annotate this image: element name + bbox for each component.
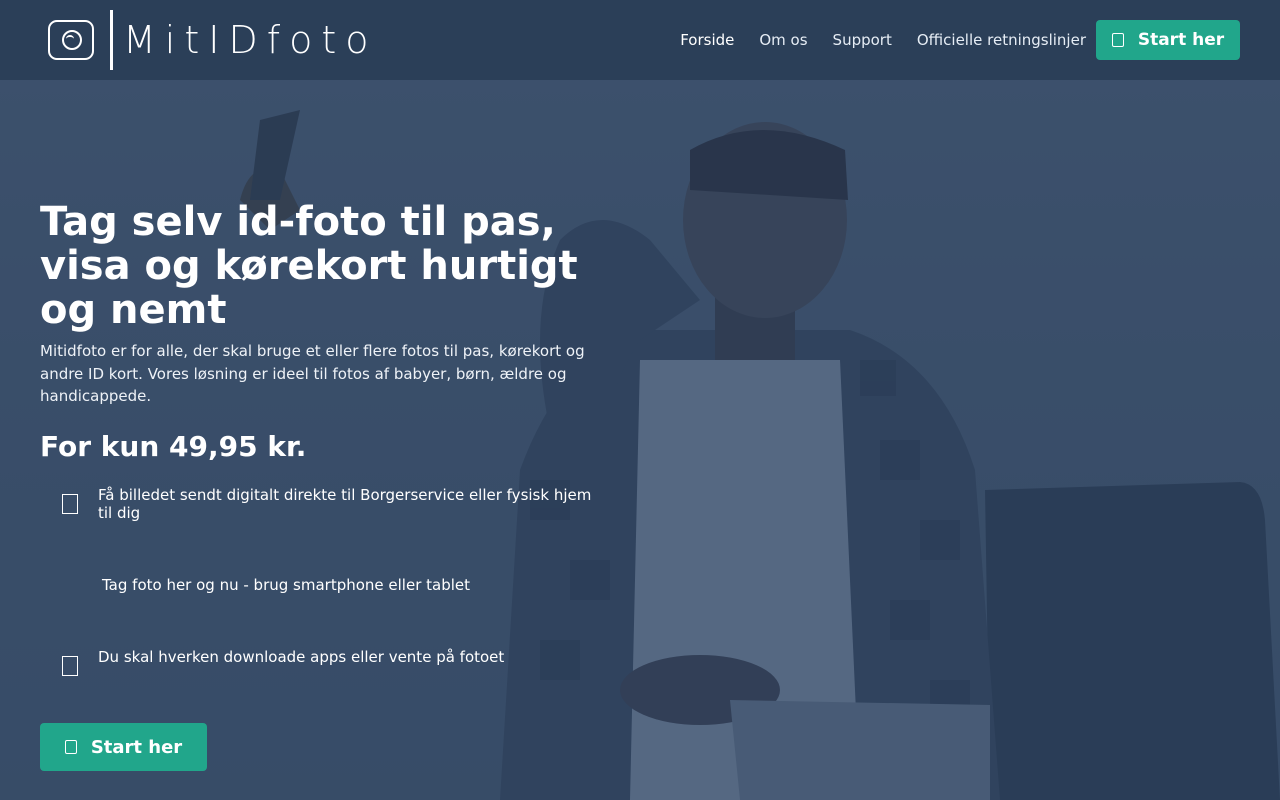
price-text: For kun 49,95 kr.	[40, 429, 307, 463]
nav-item-om-os[interactable]: Om os	[759, 31, 807, 49]
document-icon	[62, 494, 78, 514]
camera-icon	[1111, 33, 1124, 47]
feature-text: Du skal hverken downloade apps eller ven…	[98, 648, 505, 666]
site-header: MitIDfoto Forside Om os Support Officiel…	[0, 0, 1280, 80]
start-here-header-label: Start her	[1137, 30, 1225, 50]
logo-divider	[110, 10, 113, 70]
nav-item-officielle-retningslinjer[interactable]: Officielle retningslinjer	[917, 31, 1086, 49]
hero-content: Tag selv id-foto til pas, visa og køreko…	[40, 200, 620, 463]
hero-lead-text: Mitidfoto er for alle, der skal bruge et…	[40, 342, 585, 405]
nav-item-forside[interactable]: Forside	[680, 31, 734, 49]
document-icon	[62, 656, 78, 676]
feature-item: Tag foto her og nu - brug smartphone ell…	[40, 576, 602, 594]
start-here-header-button[interactable]: Start her	[1096, 20, 1240, 60]
feature-item: Få billedet sendt digitalt direkte til B…	[40, 486, 598, 522]
feature-item: Du skal hverken downloade apps eller ven…	[40, 648, 598, 676]
start-here-hero-button[interactable]: Start her	[40, 723, 207, 771]
feature-text: Tag foto her og nu - brug smartphone ell…	[102, 576, 471, 594]
nav-item-support[interactable]: Support	[833, 31, 892, 49]
main-nav: Forside Om os Support Officielle retning…	[655, 0, 1086, 80]
start-here-hero-label: Start her	[90, 736, 183, 758]
camera-icon	[48, 20, 94, 60]
camera-icon	[64, 740, 77, 754]
feature-text: Få billedet sendt digitalt direkte til B…	[98, 486, 592, 522]
brand-name: MitIDfoto	[123, 18, 378, 62]
brand-logo[interactable]: MitIDfoto	[48, 10, 378, 70]
hero-headline: Tag selv id-foto til pas, visa og køreko…	[40, 199, 578, 333]
